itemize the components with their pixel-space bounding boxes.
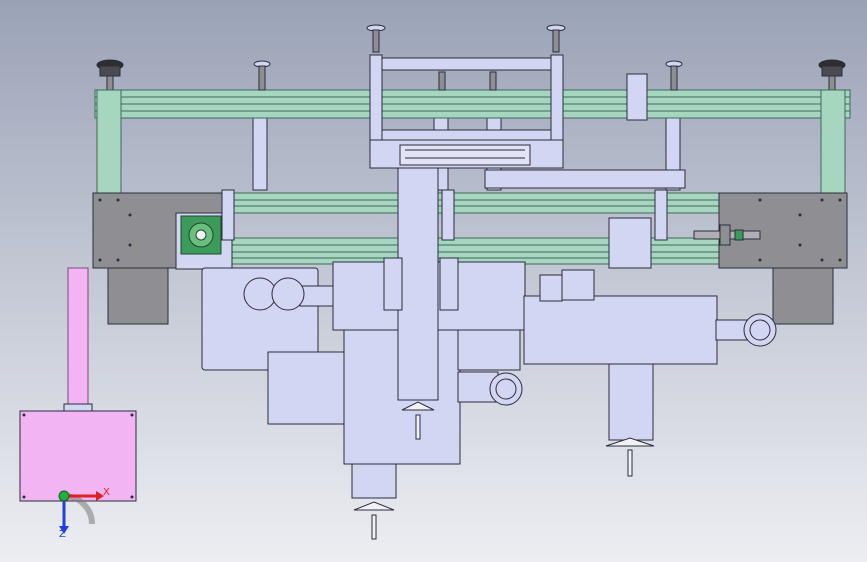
leveling-foot-top-right — [546, 24, 566, 53]
central-column — [332, 167, 526, 499]
coordinate-triad-icon — [58, 490, 104, 534]
cad-viewport[interactable]: X Z — [0, 0, 867, 562]
axis-x-label: X — [103, 487, 110, 498]
leveling-foot-small-1 — [253, 60, 271, 91]
axis-z-label: Z — [59, 529, 66, 540]
leveling-foot-left — [96, 59, 124, 91]
top-frame-rails — [94, 89, 851, 119]
cad-model-drawing[interactable] — [0, 0, 867, 562]
leveling-foot-right — [818, 59, 846, 91]
leveling-foot-top-left — [366, 24, 386, 53]
leveling-foot-small-2 — [665, 60, 683, 91]
